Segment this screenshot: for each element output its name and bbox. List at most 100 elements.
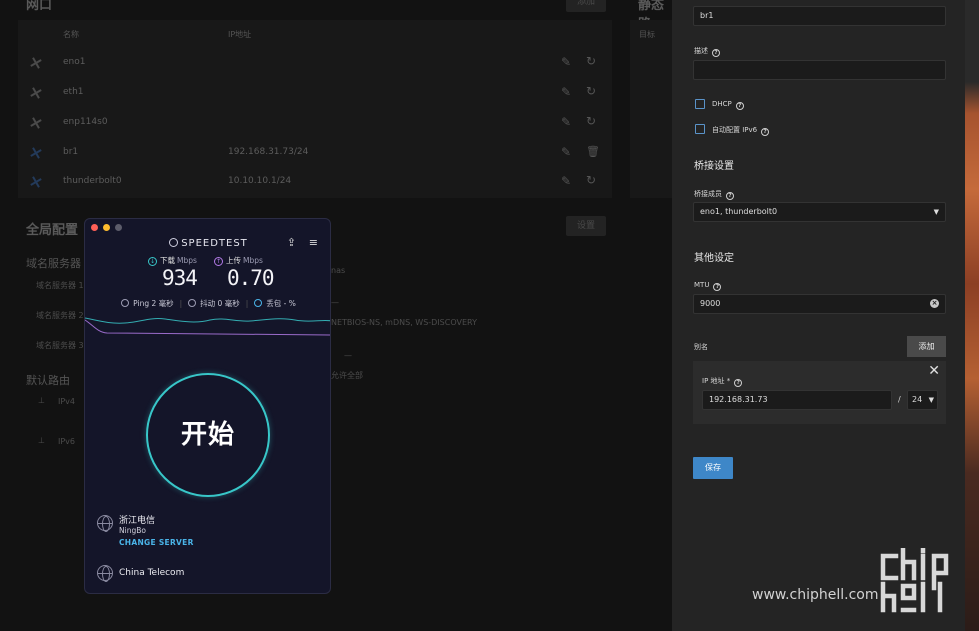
ports-col-ip: IP地址 [228,30,252,39]
ethernet-disconnected-icon [30,87,42,99]
settings-sliders-icon[interactable]: ≡ [309,236,318,249]
alias-label: 别名 [694,343,708,351]
edit-icon[interactable]: ✎ [561,115,571,129]
loss-icon [254,299,263,307]
download-label: ↓ 下载 Mbps [148,256,197,266]
mtu-field[interactable]: 9000 × [693,294,946,314]
global-settings-button[interactable]: 设置 [566,216,606,236]
ethernet-disconnected-icon [30,57,42,69]
speedometer-icon [169,238,179,247]
chiphell-watermark-url: www.chiphell.com [752,587,879,603]
edit-icon[interactable]: ✎ [561,174,571,188]
help-icon[interactable]: ? [726,192,734,200]
dropdown-arrow-icon: ▼ [928,396,934,404]
dash-fragment: — [344,351,352,360]
dash-fragment: — [331,298,339,307]
ethernet-disconnected-icon [30,117,42,129]
network-icon: ⊥ [38,396,45,405]
speedtest-window: SPEEDTEST ⇪ ≡ ↓ 下载 Mbps ↑ 上传 Mbps 934 0.70 P… [84,218,331,594]
allow-all-fragment: 允许全部 [331,371,363,380]
refresh-icon[interactable]: ↻ [586,84,596,98]
upload-speed-value: 0.70 [227,266,275,290]
interface-row[interactable]: enp114s0 ✎ ↻ [18,109,610,139]
ports-add-button[interactable]: 添加 [566,0,606,12]
interface-name: enp114s0 [63,117,108,127]
interface-row[interactable]: eth1 ✎ ↻ [18,79,610,109]
prefix-value: 24 [912,395,923,404]
interface-name: eth1 [63,87,84,97]
mtu-value: 9000 [700,299,721,308]
interface-name: eno1 [63,57,86,67]
upload-label: ↑ 上传 Mbps [214,256,263,266]
start-button[interactable]: 开始 [146,373,270,497]
dhcp-checkbox[interactable] [695,99,705,109]
route-ipv6-label: IPv6 [58,437,76,446]
jitter-icon [188,299,197,307]
globe-icon [97,565,113,582]
refresh-icon[interactable]: ↻ [586,114,596,128]
packet-loss-metric: 丢包 - % [252,299,298,308]
interface-row[interactable]: eno1 ✎ ↻ [18,49,610,79]
mtu-label: MTU? [694,281,722,291]
close-window-button[interactable] [91,224,98,231]
speed-graph [85,317,330,336]
isp-name: 浙江电信 [119,516,156,526]
route-ipv4-label: IPv4 [58,397,76,406]
global-config-title: 全局配置 [26,223,79,238]
download-speed-value: 934 [162,266,198,290]
ipv6-auto-label: 自动配置 IPv6? [712,125,770,136]
brand-text: SPEEDTEST [181,238,248,249]
change-server-link[interactable]: CHANGE SERVER [119,538,194,547]
dns-row-label: 域名服务器 1 [36,281,84,290]
ports-section-title: 网口 [26,0,53,13]
ethernet-connected-icon [30,147,42,159]
share-icon[interactable]: ⇪ [287,236,296,249]
refresh-icon[interactable]: ↻ [586,54,596,68]
help-icon[interactable]: ? [713,283,722,291]
help-icon[interactable]: ? [712,49,720,57]
chiphell-watermark-logo [880,548,949,613]
other-settings-title: 其他设定 [694,253,734,264]
help-icon[interactable]: ? [761,128,770,136]
edit-icon[interactable]: ✎ [561,85,571,99]
refresh-icon[interactable]: ↻ [586,173,596,187]
interface-name: br1 [63,147,79,157]
jitter-metric: 抖动 0 毫秒 [186,299,242,308]
ip-address-field[interactable]: 192.168.31.73 [702,390,892,410]
interface-row[interactable]: br1 192.168.31.73/24 ✎ 🗑 [18,139,610,169]
add-alias-button[interactable]: 添加 [907,336,946,357]
alias-ip-card: ✕ IP 地址 *? 192.168.31.73 / 24 ▼ [693,361,946,424]
globe-icon [97,515,113,532]
static-routes-col-target: 目标 [639,30,655,39]
zoom-window-button[interactable] [115,224,122,231]
prefix-separator: / [898,395,901,404]
upload-arrow-icon: ↑ [214,257,223,266]
dropdown-arrow-icon: ▼ [933,208,939,216]
close-icon[interactable]: ✕ [928,363,940,379]
delete-icon[interactable]: 🗑 [586,145,600,158]
minimize-window-button[interactable] [103,224,110,231]
interface-row[interactable]: thunderbolt0 10.10.10.1/24 ✎ ↻ [18,168,610,198]
save-button[interactable]: 保存 [693,457,733,479]
hostname-fragment: nas [331,266,346,275]
dhcp-label: DHCP? [712,100,744,110]
ping-icon [121,299,130,307]
bridge-members-select[interactable]: eno1, thunderbolt0 ▼ [693,202,946,222]
prefix-select[interactable]: 24 ▼ [907,390,938,410]
description-field[interactable] [693,60,946,80]
ipv6-auto-checkbox[interactable] [695,124,705,134]
edit-icon[interactable]: ✎ [561,55,571,69]
latency-metrics: Ping 2 毫秒 | 抖动 0 毫秒 | 丢包 - % [85,298,330,309]
bridge-settings-title: 桥接设置 [694,161,734,172]
network-icon: ⊥ [38,436,45,445]
bridge-edit-panel: br1 描述? DHCP? 自动配置 IPv6? 桥接设置 桥接成员? eno1… [672,0,965,631]
ports-col-name: 名称 [63,30,79,39]
clear-icon[interactable]: × [930,299,939,308]
help-icon[interactable]: ? [735,102,744,110]
server-city: NingBo [119,526,146,535]
help-icon[interactable]: ? [734,379,743,387]
description-label: 描述? [694,46,720,57]
edit-icon[interactable]: ✎ [561,145,571,159]
ip-address-label: IP 地址 *? [702,376,743,387]
name-field[interactable]: br1 [693,6,946,26]
